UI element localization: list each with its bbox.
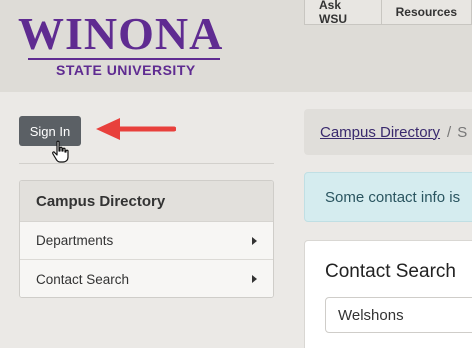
breadcrumb: Campus Directory / S	[304, 109, 472, 155]
sidebar-item-contact-search[interactable]: Contact Search	[20, 260, 273, 297]
contact-search-card: Contact Search	[304, 240, 472, 348]
caret-right-icon	[252, 237, 257, 245]
info-alert: Some contact info is	[304, 172, 472, 222]
winona-state-logo[interactable]: WINONA STATE UNIVERSITY	[18, 8, 228, 80]
logo-wordmark: WINONA	[18, 8, 224, 59]
contact-search-title: Contact Search	[325, 261, 456, 282]
sign-in-button[interactable]: Sign In	[19, 116, 81, 146]
sidebar-item-label: Departments	[36, 233, 114, 248]
sidebar-item-departments[interactable]: Departments	[20, 222, 273, 260]
sidebar-title: Campus Directory	[20, 181, 273, 222]
sidebar-divider	[19, 163, 274, 164]
alert-text: Some contact info is	[325, 188, 461, 206]
breadcrumb-campus-directory[interactable]: Campus Directory	[320, 124, 440, 141]
contact-search-input[interactable]	[325, 297, 472, 333]
red-arrow-icon	[96, 118, 176, 140]
hand-pointer-icon	[52, 140, 69, 163]
logo-subtitle: STATE UNIVERSITY	[56, 62, 196, 78]
nav-ask-wsu[interactable]: Ask WSU	[304, 0, 382, 26]
site-header: WINONA STATE UNIVERSITY Ask WSU Resource…	[0, 0, 472, 92]
top-navigation: Ask WSU Resources	[304, 0, 472, 26]
breadcrumb-separator: /	[447, 123, 452, 141]
caret-right-icon	[252, 275, 257, 283]
breadcrumb-current: S	[457, 123, 468, 141]
sidebar-item-label: Contact Search	[36, 271, 130, 287]
sidebar-panel: Campus Directory Departments Contact Sea…	[19, 180, 274, 298]
nav-resources[interactable]: Resources	[381, 0, 472, 25]
logo-rule	[28, 58, 220, 60]
